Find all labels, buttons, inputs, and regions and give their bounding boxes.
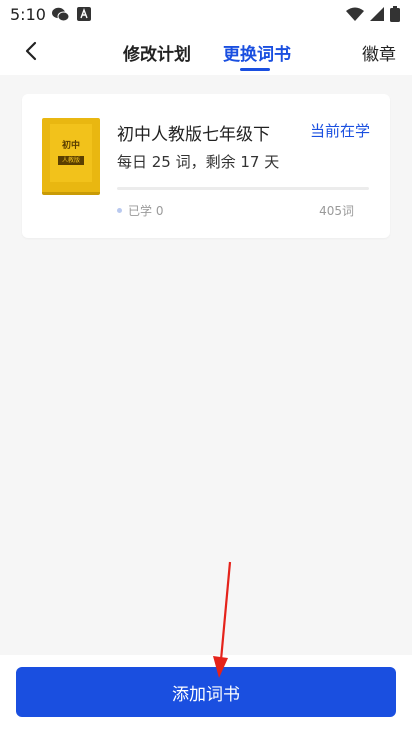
bottom-bar: 添加词书 — [0, 655, 412, 733]
notification-icons — [52, 7, 91, 22]
wechat-icon — [52, 7, 69, 22]
wifi-icon — [346, 7, 364, 21]
learned-label: 已学 0 — [128, 204, 164, 218]
book-cover: 初中 人教版 — [42, 118, 100, 195]
signal-icon — [370, 7, 384, 21]
battery-icon — [390, 6, 400, 22]
add-book-button[interactable]: 添加词书 — [16, 667, 396, 717]
current-learning-badge: 当前在学 — [309, 122, 370, 140]
tab-change-book[interactable]: 更换词书 — [223, 40, 291, 65]
active-tab-indicator — [240, 68, 270, 71]
app-a-icon — [77, 7, 91, 21]
total-words: 405词 — [319, 204, 354, 218]
learned-count: 已学 0 — [117, 202, 163, 219]
chevron-left-icon — [25, 41, 37, 61]
book-card[interactable]: 初中 人教版 初中人教版七年级下 当前在学 每日 25 词，剩余 17 天 已学… — [22, 94, 390, 238]
tab-badges[interactable]: 徽章 — [362, 40, 396, 65]
progress-bar — [117, 187, 369, 190]
book-cover-title: 初中 — [61, 141, 80, 151]
study-plan: 每日 25 词，剩余 17 天 — [117, 153, 280, 171]
header: 修改计划 更换词书 徽章 — [0, 30, 412, 75]
system-icons — [346, 6, 400, 22]
tab-edit-plan[interactable]: 修改计划 — [123, 40, 191, 65]
book-title: 初中人教版七年级下 — [117, 125, 270, 145]
learned-dot-icon — [117, 208, 122, 213]
status-time: 5:10 — [10, 5, 46, 24]
book-cover-tag: 人教版 — [58, 156, 84, 165]
back-button[interactable] — [18, 38, 44, 64]
add-book-label: 添加词书 — [172, 684, 240, 705]
status-bar: 5:10 — [0, 0, 412, 30]
